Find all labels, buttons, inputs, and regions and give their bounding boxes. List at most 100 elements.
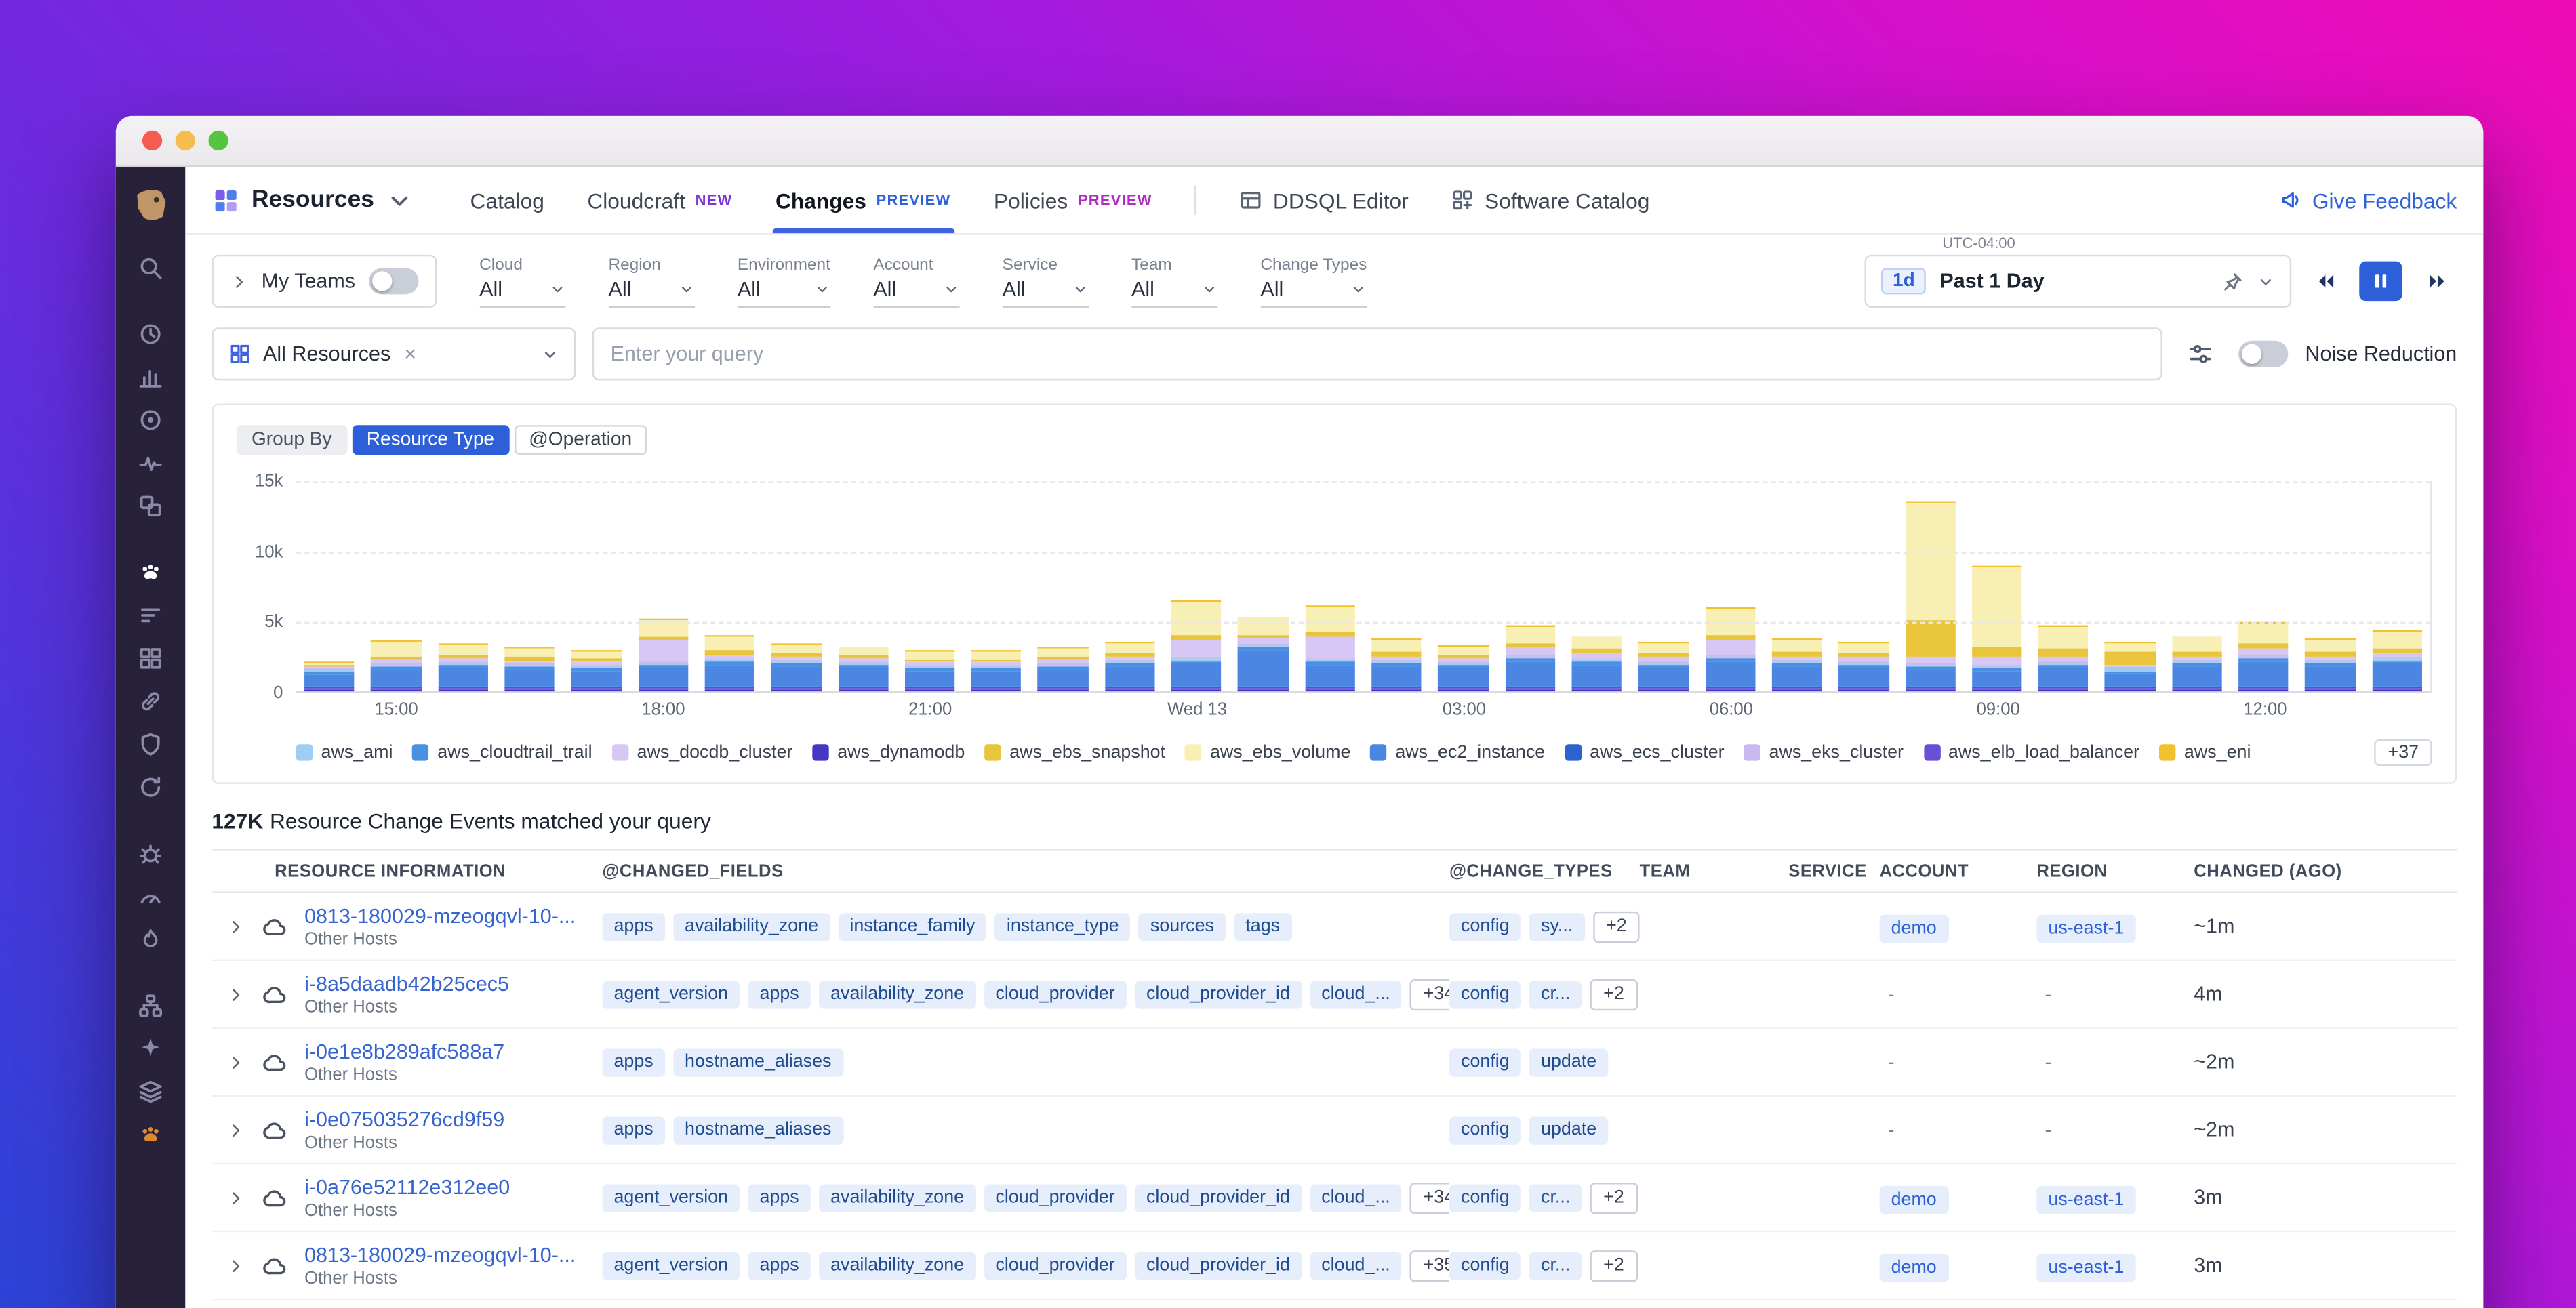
field-chip[interactable]: cloud_provider_id <box>1135 980 1302 1008</box>
field-chip[interactable]: availability_zone <box>819 1183 975 1211</box>
table-row[interactable]: 0813-180029-mzeogqvl-10-...Other Hostsap… <box>212 893 2457 961</box>
sidebar-item-infrastructure[interactable] <box>116 485 186 527</box>
field-chip[interactable]: cloud_provider <box>984 1183 1126 1211</box>
tab-software-catalog[interactable]: Software Catalog <box>1451 167 1649 233</box>
legend-item-aws-ecs-cluster[interactable]: aws_ecs_cluster <box>1565 743 1725 762</box>
tab-catalog[interactable]: Catalog <box>470 167 544 233</box>
change-type-chip[interactable]: config <box>1449 980 1521 1008</box>
sidebar-item-history[interactable] <box>116 312 186 355</box>
legend-item-aws-eni[interactable]: aws_eni <box>2159 743 2251 762</box>
chart-bar[interactable] <box>1638 642 1689 691</box>
col-service[interactable]: SERVICE <box>1788 861 1879 880</box>
resource-scope-select[interactable]: All Resources <box>212 327 576 380</box>
chart-bar[interactable] <box>638 619 688 691</box>
sidebar-item-paw[interactable] <box>116 551 186 594</box>
chart-bar[interactable] <box>1505 626 1555 691</box>
legend-item-aws-ami[interactable]: aws_ami <box>296 743 393 762</box>
minimize-window-button[interactable] <box>176 131 195 150</box>
change-type-chip[interactable]: update <box>1529 1048 1608 1076</box>
chevron-down-icon[interactable] <box>2257 272 2275 290</box>
field-chip[interactable]: tags <box>1234 912 1291 940</box>
chart-bar[interactable] <box>571 650 622 691</box>
account-chip[interactable]: demo <box>1879 914 1948 941</box>
change-type-chip[interactable]: cr... <box>1529 1251 1582 1279</box>
col-region[interactable]: REGION <box>2036 861 2194 880</box>
more-types-chip[interactable]: +2 <box>1593 911 1640 942</box>
chart-bar[interactable] <box>371 640 421 691</box>
account-chip[interactable]: demo <box>1879 1185 1948 1213</box>
field-chip[interactable]: availability_zone <box>819 980 975 1008</box>
change-type-chip[interactable]: config <box>1449 1048 1521 1076</box>
row-expand-button[interactable] <box>212 985 258 1003</box>
chart-bar[interactable] <box>1905 501 1955 691</box>
chart-bar[interactable] <box>2238 622 2289 692</box>
field-chip[interactable]: apps <box>602 1048 664 1076</box>
sidebar-item-sync[interactable] <box>116 766 186 809</box>
legend-item-aws-cloudtrail-trail[interactable]: aws_cloudtrail_trail <box>413 743 592 762</box>
group-by-option-operation[interactable]: @Operation <box>514 425 647 455</box>
my-teams-toggle[interactable] <box>369 268 418 294</box>
chart-bar[interactable] <box>2105 642 2155 691</box>
chart-bar[interactable] <box>2172 636 2222 692</box>
sidebar-item-network[interactable] <box>116 984 186 1027</box>
region-chip[interactable]: us-east-1 <box>2036 914 2135 941</box>
field-chip[interactable]: apps <box>602 912 664 940</box>
field-chip[interactable]: cloud_provider <box>984 980 1126 1008</box>
field-chip[interactable]: hostname_aliases <box>673 1048 843 1076</box>
more-types-chip[interactable]: +2 <box>1590 979 1638 1010</box>
pin-icon[interactable] <box>2222 270 2244 292</box>
resource-name[interactable]: i-0e1e8b289afc588a7 <box>304 1040 589 1063</box>
change-type-chip[interactable]: config <box>1449 1116 1521 1143</box>
field-chip[interactable]: cloud_provider_id <box>1135 1183 1302 1211</box>
query-options-button[interactable] <box>2179 333 2222 375</box>
col-change-types[interactable]: @CHANGE_TYPES <box>1449 861 1640 880</box>
col-team[interactable]: TEAM <box>1640 861 1789 880</box>
more-fields-chip[interactable]: +35 <box>1410 1250 1449 1281</box>
chart-bar[interactable] <box>1772 639 1822 691</box>
field-chip[interactable]: sources <box>1139 912 1226 940</box>
chart-bar[interactable] <box>771 643 822 691</box>
tab-cloudcraft[interactable]: CloudcraftNEW <box>587 167 732 233</box>
sidebar-item-integrations[interactable] <box>116 680 186 722</box>
give-feedback-link[interactable]: Give Feedback <box>2279 188 2457 213</box>
chart-bar[interactable] <box>1105 642 1155 691</box>
chart-bar[interactable] <box>704 636 754 691</box>
window-titlebar[interactable] <box>116 116 2483 167</box>
field-chip[interactable]: instance_type <box>995 912 1131 940</box>
col-account[interactable]: ACCOUNT <box>1879 861 2036 880</box>
change-type-chip[interactable]: config <box>1449 1183 1521 1211</box>
account-chip[interactable]: demo <box>1879 1253 1948 1281</box>
legend-item-aws-elb-load-balancer[interactable]: aws_elb_load_balancer <box>1923 743 2139 762</box>
resource-name[interactable]: i-0e075035276cd9f59 <box>304 1107 589 1130</box>
change-type-chip[interactable]: sy... <box>1529 912 1584 940</box>
change-type-chip[interactable]: config <box>1449 1251 1521 1279</box>
legend-item-aws-docdb-cluster[interactable]: aws_docdb_cluster <box>612 743 792 762</box>
sidebar-item-profiler[interactable] <box>116 918 186 961</box>
chart-bar[interactable] <box>1038 647 1088 692</box>
chart-bar[interactable] <box>2372 630 2422 691</box>
tab-ddsql-editor[interactable]: DDSQL Editor <box>1240 167 1409 233</box>
chart-bar[interactable] <box>1305 605 1355 691</box>
field-chip[interactable]: agent_version <box>602 980 740 1008</box>
field-chip[interactable]: availability_zone <box>673 912 830 940</box>
filter-environment[interactable]: EnvironmentAll <box>738 256 830 307</box>
col-resource-information[interactable]: RESOURCE INFORMATION <box>258 861 603 880</box>
filter-team[interactable]: TeamAll <box>1131 256 1217 307</box>
sidebar-item-security[interactable] <box>116 723 186 766</box>
change-type-chip[interactable]: update <box>1529 1116 1608 1143</box>
legend-item-aws-dynamodb[interactable]: aws_dynamodb <box>813 743 965 762</box>
resource-name[interactable]: 0813-180029-mzeogqvl-10-... <box>304 1243 589 1266</box>
legend-item-aws-ec2-instance[interactable]: aws_ec2_instance <box>1371 743 1546 762</box>
row-expand-button[interactable] <box>212 1189 258 1207</box>
chart-bar[interactable] <box>2306 639 2356 691</box>
resource-name[interactable]: i-8a5daadb42b25cec5 <box>304 972 589 995</box>
chart-bar[interactable] <box>905 650 955 691</box>
col-changed-fields[interactable]: @CHANGED_FIELDS <box>602 861 1449 880</box>
more-types-chip[interactable]: +2 <box>1590 1250 1638 1281</box>
fullscreen-window-button[interactable] <box>209 131 228 150</box>
filter-cloud[interactable]: CloudAll <box>479 256 565 307</box>
close-icon[interactable] <box>402 346 418 362</box>
chart-bar[interactable] <box>838 646 888 691</box>
more-fields-chip[interactable]: +34 <box>1410 1182 1449 1213</box>
filter-region[interactable]: RegionAll <box>608 256 694 307</box>
